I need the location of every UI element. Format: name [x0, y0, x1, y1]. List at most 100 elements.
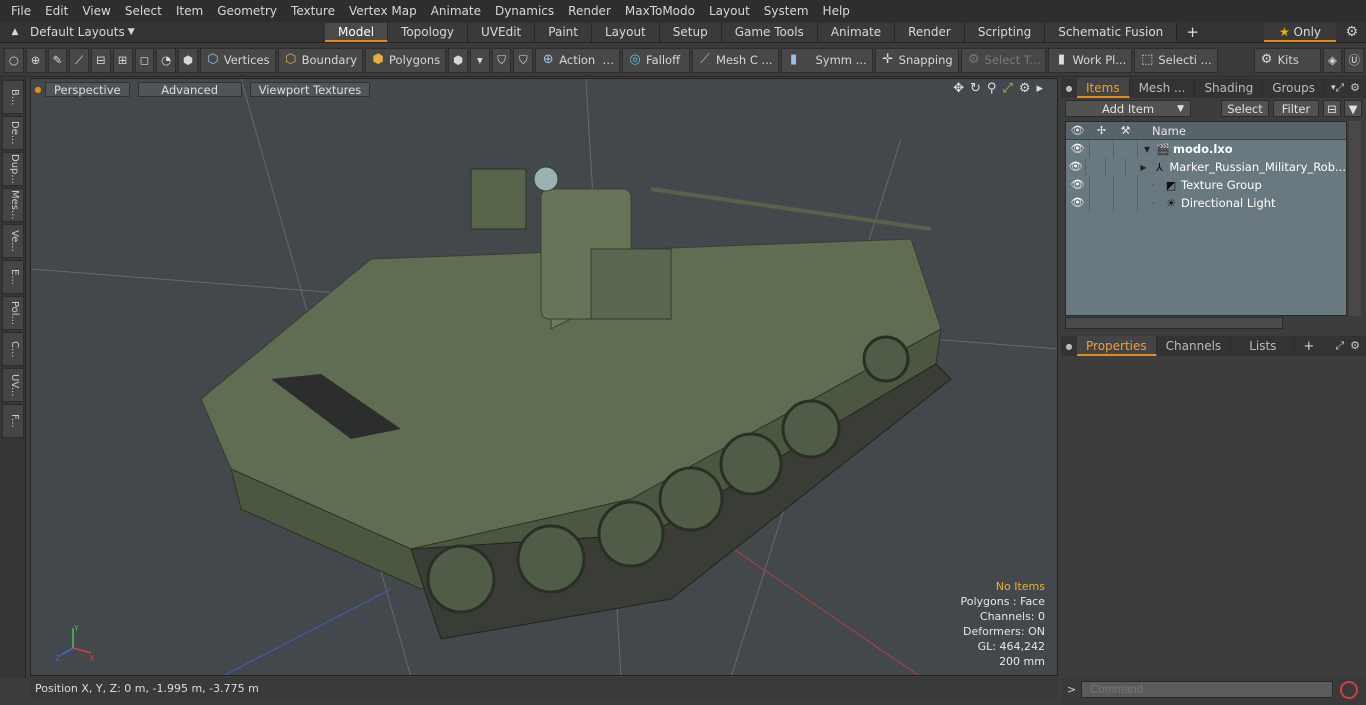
tab-paint[interactable]: Paint: [535, 22, 592, 42]
snapping-button[interactable]: ✛ Snapping: [874, 47, 959, 73]
sidebar-tab-basic[interactable]: B...: [2, 80, 24, 114]
tab-scripting[interactable]: Scripting: [964, 22, 1046, 42]
unreal-icon[interactable]: Ⓤ: [1344, 47, 1365, 73]
maximize-icon[interactable]: ⤢: [1002, 81, 1012, 96]
sidebar-tab-curve[interactable]: C...: [2, 332, 24, 366]
menu-texture[interactable]: Texture: [284, 0, 342, 22]
tab-properties[interactable]: Properties: [1077, 336, 1157, 356]
filter-button[interactable]: Filter: [1273, 100, 1319, 117]
work-plane-button[interactable]: ▮ Work Pl...: [1048, 47, 1133, 73]
tree-row[interactable]: 👁 · ◩ Texture Group: [1066, 176, 1346, 194]
select-through-button[interactable]: ⚙ Select T...: [960, 47, 1047, 73]
add-tab-icon[interactable]: +: [1177, 23, 1208, 41]
timer-icon[interactable]: ◔: [156, 47, 176, 73]
sidebar-tab-polygon[interactable]: Pol...: [2, 296, 24, 330]
brush-icon[interactable]: ⟋: [69, 47, 89, 73]
only-toggle[interactable]: ★ Only: [1264, 23, 1336, 42]
tab-uvedit[interactable]: UVEdit: [468, 22, 536, 42]
expand-icon[interactable]: ⤢: [1335, 81, 1344, 95]
eye-icon[interactable]: 👁: [1066, 140, 1090, 158]
panel-menu-dot-icon[interactable]: ●: [1061, 342, 1077, 351]
mesh-constraint-button[interactable]: ⟋ Mesh C ...: [691, 47, 779, 73]
tab-mesh[interactable]: Mesh ...: [1130, 78, 1196, 98]
tree-vertical-scrollbar[interactable]: [1349, 121, 1361, 316]
visibility-eye-icon[interactable]: 👁: [1066, 122, 1090, 139]
render-column-icon[interactable]: ⚒: [1114, 122, 1138, 139]
expand-icon[interactable]: ⤢: [1335, 339, 1344, 353]
advanced-button[interactable]: Advanced: [137, 81, 242, 97]
rotate-icon[interactable]: ↻: [970, 81, 981, 96]
tab-model[interactable]: Model: [325, 22, 389, 42]
tree-horizontal-scrollbar[interactable]: [1065, 317, 1283, 329]
tab-animate[interactable]: Animate: [817, 22, 896, 42]
expand-arrow-icon[interactable]: ▼: [1144, 145, 1156, 154]
sidebar-tab-mesh-edit[interactable]: Mes...: [2, 188, 24, 222]
align-icon[interactable]: ⊟: [91, 47, 111, 73]
menu-geometry[interactable]: Geometry: [210, 0, 284, 22]
gear-icon[interactable]: ⚙: [1345, 24, 1358, 40]
eye-icon[interactable]: 👁: [1066, 176, 1090, 194]
record-icon[interactable]: [1340, 681, 1358, 699]
polygons-button[interactable]: ⬢ Polygons: [365, 47, 447, 73]
panel-gear-icon[interactable]: ⚙: [1350, 81, 1360, 95]
tab-lists[interactable]: Lists: [1231, 336, 1296, 356]
menu-item[interactable]: Item: [169, 0, 210, 22]
selection-button[interactable]: ⬚ Selecti ...: [1134, 47, 1218, 73]
tab-groups[interactable]: Groups: [1263, 78, 1325, 98]
menu-render[interactable]: Render: [561, 0, 618, 22]
material-icon[interactable]: ⬢: [448, 47, 468, 73]
name-column-header[interactable]: Name: [1138, 124, 1186, 138]
tab-channels[interactable]: Channels: [1157, 336, 1232, 356]
sidebar-tab-deform[interactable]: De...: [2, 116, 24, 150]
menu-maxtomodo[interactable]: MaxToModo: [618, 0, 702, 22]
menu-select[interactable]: Select: [118, 0, 169, 22]
menu-dynamics[interactable]: Dynamics: [488, 0, 561, 22]
menu-view[interactable]: View: [75, 0, 117, 22]
menu-layout[interactable]: Layout: [702, 0, 757, 22]
tab-game-tools[interactable]: Game Tools: [721, 22, 818, 42]
unity-icon[interactable]: ◈: [1322, 47, 1343, 73]
add-tab-icon[interactable]: +: [1295, 339, 1314, 354]
falloff-button[interactable]: ◎ Falloff: [622, 47, 690, 73]
tab-topology[interactable]: Topology: [388, 22, 469, 42]
tab-layout[interactable]: Layout: [591, 22, 660, 42]
play-icon[interactable]: ▸: [1036, 81, 1043, 96]
zoom-icon[interactable]: ⚲: [987, 81, 997, 96]
sidebar-tab-duplicate[interactable]: Dup...: [2, 152, 24, 186]
viewport-textures-button[interactable]: Viewport Textures: [249, 81, 371, 97]
viewport-menu-dot-icon[interactable]: ●: [31, 85, 45, 94]
funnel-icon[interactable]: ▼: [1344, 100, 1362, 117]
sidebar-tab-uv[interactable]: UV...: [2, 368, 24, 402]
tab-render[interactable]: Render: [895, 22, 965, 42]
boundary-button[interactable]: ⬡ Boundary: [277, 47, 364, 73]
circle-select-icon[interactable]: ○: [4, 47, 24, 73]
sidebar-tab-vertex[interactable]: Ve...: [2, 224, 24, 258]
eye-icon[interactable]: 👁: [1066, 158, 1087, 176]
layouts-dropdown[interactable]: ▲ Default Layouts ▼: [0, 22, 325, 43]
menu-help[interactable]: Help: [816, 0, 857, 22]
lock-column-icon[interactable]: ✢: [1090, 122, 1114, 139]
shield-icon[interactable]: ⛉: [491, 47, 512, 73]
add-item-button[interactable]: Add Item ▼: [1065, 100, 1191, 117]
viewport-gear-icon[interactable]: ⚙: [1019, 81, 1031, 96]
tab-items[interactable]: Items: [1077, 78, 1130, 98]
tab-setup[interactable]: Setup: [659, 22, 722, 42]
kits-button[interactable]: ⚙ Kits: [1253, 47, 1321, 73]
sidebar-tab-fusion[interactable]: F...: [2, 404, 24, 438]
menu-system[interactable]: System: [757, 0, 816, 22]
3d-viewport[interactable]: ● Perspective Advanced Viewport Textures…: [30, 78, 1058, 676]
chevron-down-icon[interactable]: ▾: [1325, 83, 1336, 93]
item-mode-icon[interactable]: ⬢: [178, 47, 198, 73]
chevron-down-icon[interactable]: ▾: [469, 47, 490, 73]
snap-box-icon[interactable]: ◻: [134, 47, 155, 73]
tree-row[interactable]: 👁 ▼ 🎬 modo.lxo: [1066, 140, 1346, 158]
vertices-button[interactable]: ⬡ Vertices: [199, 47, 276, 73]
tree-row[interactable]: 👁 ▶ ⅄ Marker_Russian_Military_Rob...: [1066, 158, 1346, 176]
panel-menu-dot-icon[interactable]: ●: [1061, 84, 1077, 93]
select-button[interactable]: Select: [1221, 100, 1269, 117]
menu-animate[interactable]: Animate: [424, 0, 488, 22]
tab-schematic-fusion[interactable]: Schematic Fusion: [1045, 22, 1178, 42]
perspective-button[interactable]: Perspective: [45, 81, 130, 97]
center-icon[interactable]: ⊞: [112, 47, 133, 73]
symmetry-button[interactable]: ▮ Symm ...: [780, 47, 873, 73]
